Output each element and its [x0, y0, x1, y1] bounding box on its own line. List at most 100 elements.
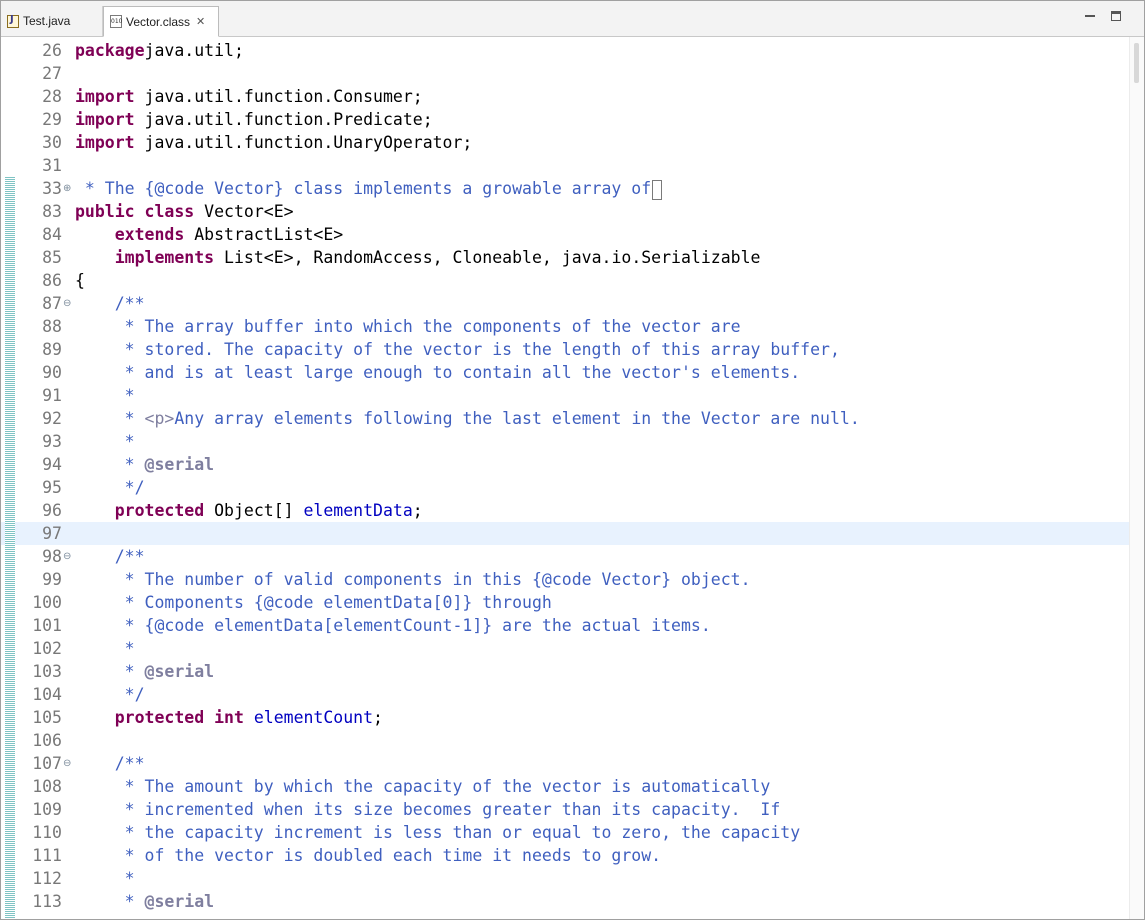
line-number: 111 — [32, 846, 62, 865]
code-text: * The number of valid components in this… — [75, 568, 751, 591]
line-number: 113 — [32, 892, 62, 911]
code-line[interactable]: 103 * @serial — [1, 660, 1129, 683]
code-text: * The amount by which the capacity of th… — [75, 775, 771, 798]
code-line[interactable]: 30 import java.util.function.UnaryOperato… — [1, 131, 1129, 154]
line-number: 112 — [32, 869, 62, 888]
code-line[interactable]: 101 * {@code elementData[elementCount-1]… — [1, 614, 1129, 637]
code-text: * @serial — [75, 660, 214, 683]
code-text: * @serial — [75, 890, 214, 913]
code-token: * of the vector is doubled each time it … — [75, 846, 662, 865]
line-number: 29 — [42, 110, 62, 129]
tab-label: Test.java — [23, 14, 71, 28]
code-line[interactable]: 100 * Components {@code elementData[0]} … — [1, 591, 1129, 614]
collapse-fold-icon[interactable]: ⊖ — [63, 545, 71, 568]
code-lines: 26 packagejava.util; 27 28 import java.util.… — [1, 39, 1129, 913]
line-number: 31 — [42, 156, 62, 175]
code-line[interactable]: 27 — [1, 62, 1129, 85]
code-line[interactable]: 102 * — [1, 637, 1129, 660]
code-token: * and is at least large enough to contai… — [75, 363, 801, 382]
code-line[interactable]: 97 — [1, 522, 1129, 545]
code-line[interactable]: 99 * The number of valid components in t… — [1, 568, 1129, 591]
line-number: 84 — [42, 225, 62, 244]
code-line[interactable]: 106 — [1, 729, 1129, 752]
code-line[interactable]: 107 ⊖ /** — [1, 752, 1129, 775]
line-number: 106 — [32, 731, 62, 750]
code-line[interactable]: 91 * — [1, 384, 1129, 407]
code-token: Object[] — [204, 501, 304, 520]
tab-vector-class[interactable]: Vector.class ✕ — [103, 6, 219, 37]
code-token: * — [75, 892, 145, 911]
code-line[interactable]: 92 * <p>Any array elements following the… — [1, 407, 1129, 430]
collapse-fold-icon[interactable]: ⊖ — [63, 292, 71, 315]
line-number: 28 — [42, 87, 62, 106]
code-token: java.util.function.Predicate; — [134, 110, 433, 129]
code-line[interactable]: 111 * of the vector is doubled each time… — [1, 844, 1129, 867]
code-token: * The amount by which the capacity of th… — [75, 777, 771, 796]
code-token: * Components {@code elementData[0]} thro… — [75, 593, 552, 612]
code-token: package — [75, 41, 145, 60]
code-line[interactable]: 108 * The amount by which the capacity o… — [1, 775, 1129, 798]
line-number: 107 — [32, 754, 62, 773]
code-token: * The array buffer into which the compon… — [75, 317, 741, 336]
collapse-fold-icon[interactable]: ⊖ — [63, 752, 71, 775]
code-line[interactable]: 33 ⊕ * The {@code Vector} class implement… — [1, 177, 1129, 200]
code-line[interactable]: 28 import java.util.function.Consumer; — [1, 85, 1129, 108]
code-line[interactable]: 109 * incremented when its size becomes … — [1, 798, 1129, 821]
code-line[interactable]: 88 * The array buffer into which the com… — [1, 315, 1129, 338]
code-line[interactable]: 112 * — [1, 867, 1129, 890]
code-token: * — [75, 432, 135, 451]
vertical-scrollbar[interactable] — [1129, 37, 1144, 919]
minimize-icon[interactable] — [1085, 11, 1095, 17]
code-text: * The {@code Vector} class implements a … — [75, 177, 663, 200]
code-line[interactable]: 89 * stored. The capacity of the vector … — [1, 338, 1129, 361]
code-editor[interactable]: 26 packagejava.util; 27 28 import java.util.… — [1, 37, 1144, 919]
code-line[interactable]: 86 { — [1, 269, 1129, 292]
code-line[interactable]: 98 ⊖ /** — [1, 545, 1129, 568]
quick-diff-ruler — [5, 177, 15, 919]
code-token: implements — [114, 248, 215, 267]
expand-fold-icon[interactable]: ⊕ — [63, 177, 71, 200]
line-number: 30 — [42, 133, 62, 152]
code-text: * the capacity increment is less than or… — [75, 821, 801, 844]
code-line[interactable]: 29 import java.util.function.Predicate; — [1, 108, 1129, 131]
line-number: 108 — [32, 777, 62, 796]
code-line[interactable]: 96 protected Object[] elementData; — [1, 499, 1129, 522]
code-token: * — [75, 409, 145, 428]
line-number: 102 — [32, 639, 62, 658]
code-line[interactable]: 90 * and is at least large enough to con… — [1, 361, 1129, 384]
scrollbar-thumb[interactable] — [1134, 43, 1139, 83]
code-line[interactable]: 105 protected int elementCount; — [1, 706, 1129, 729]
code-token: * stored. The capacity of the vector is … — [75, 340, 840, 359]
line-number: 100 — [32, 593, 62, 612]
code-line[interactable]: 95 */ — [1, 476, 1129, 499]
code-line[interactable]: 104 */ — [1, 683, 1129, 706]
folded-region-marker[interactable] — [652, 179, 663, 200]
line-number: 95 — [42, 478, 62, 497]
code-line[interactable]: 31 — [1, 154, 1129, 177]
code-line[interactable]: 26 packagejava.util; — [1, 39, 1129, 62]
code-token: extends — [114, 225, 185, 244]
code-line[interactable]: 87 ⊖ /** — [1, 292, 1129, 315]
line-number: 85 — [42, 248, 62, 267]
tab-test-java[interactable]: Test.java — [1, 6, 103, 36]
code-line[interactable]: 113 * @serial — [1, 890, 1129, 913]
code-token: Vector<E> — [194, 202, 294, 221]
code-token: AbstractList<E> — [184, 225, 344, 244]
line-number: 86 — [42, 271, 62, 290]
editor-window: Test.java Vector.class ✕ 26packagejava.u… — [0, 0, 1145, 920]
line-number: 96 — [42, 501, 62, 520]
code-line[interactable]: 94 * @serial — [1, 453, 1129, 476]
code-text: */ — [75, 476, 145, 499]
code-token: { — [75, 271, 85, 290]
code-line[interactable]: 110 * the capacity increment is less tha… — [1, 821, 1129, 844]
code-token: elementData — [303, 501, 413, 520]
code-line[interactable]: 93 * — [1, 430, 1129, 453]
close-icon[interactable]: ✕ — [196, 15, 205, 28]
line-number: 89 — [42, 340, 62, 359]
maximize-icon[interactable] — [1111, 11, 1121, 21]
code-text: import java.util.function.Predicate; — [75, 108, 433, 131]
code-line[interactable]: 85 implements List<E>, RandomAccess, Clo… — [1, 246, 1129, 269]
code-line[interactable]: 84 extends AbstractList<E> — [1, 223, 1129, 246]
code-line[interactable]: 83 public class Vector<E> — [1, 200, 1129, 223]
